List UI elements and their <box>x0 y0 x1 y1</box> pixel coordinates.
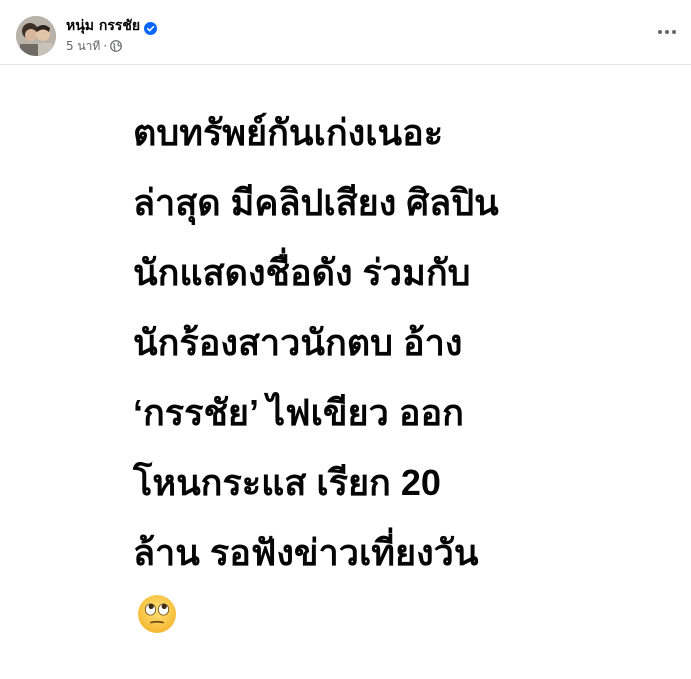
post-text-line: โหนกระแส เรียก 20 <box>133 462 441 503</box>
meta-separator: · <box>103 39 108 53</box>
more-horizontal-icon <box>658 30 676 34</box>
face-with-rolling-eyes-icon <box>137 594 177 634</box>
post-meta: 5 นาที · <box>66 37 123 56</box>
more-options-button[interactable] <box>655 20 679 44</box>
post-text-line: ‘กรรชัย’ ไฟเขียว ออก <box>133 392 464 433</box>
globe-icon[interactable] <box>110 40 123 52</box>
avatar-photo <box>16 16 56 56</box>
post-text-line: ตบทรัพย์กันเก่งเนอะ <box>133 112 444 153</box>
post-timestamp[interactable]: 5 นาที <box>66 37 100 56</box>
post-text-line: นักแสดงชื่อดัง ร่วมกับ <box>133 252 471 293</box>
avatar[interactable] <box>16 16 56 56</box>
post-text-line: นักร้องสาวนักตบ อ้าง <box>133 322 463 363</box>
post-text-line: ล้าน รอฟังข่าวเที่ยงวัน <box>133 532 479 573</box>
post-header: หนุ่ม กรรชัย 5 นาที · <box>0 0 691 65</box>
author-row: หนุ่ม กรรชัย <box>66 15 158 37</box>
facebook-post: หนุ่ม กรรชัย 5 นาที · ตบทรัพย์กันเก่งเนอ… <box>0 0 691 679</box>
author-name[interactable]: หนุ่ม กรรชัย <box>66 15 140 37</box>
post-text: ตบทรัพย์กันเก่งเนอะ ล่าสุด มีคลิปเสียง ศ… <box>133 98 653 588</box>
verified-badge-icon <box>144 20 158 35</box>
post-text-line: ล่าสุด มีคลิปเสียง ศิลปิน <box>133 182 499 223</box>
